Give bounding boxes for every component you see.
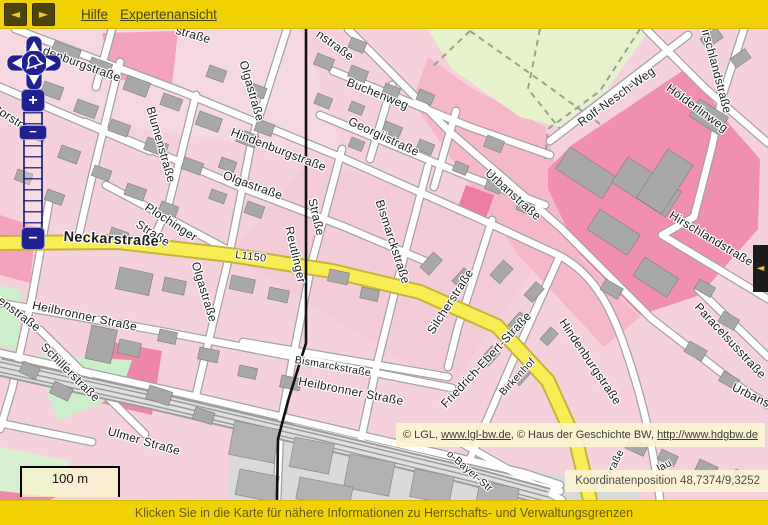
zoom-out-button[interactable]: − bbox=[21, 227, 45, 250]
hdgbw-link[interactable]: http://www.hdgbw.de bbox=[657, 429, 758, 441]
help-link[interactable]: Hilfe bbox=[81, 7, 108, 22]
history-back-button[interactable]: ◄ bbox=[4, 3, 27, 26]
side-panel-toggle[interactable]: ◄ bbox=[753, 245, 768, 292]
expert-view-link[interactable]: Expertenansicht bbox=[120, 7, 217, 22]
lgl-link[interactable]: www.lgl-bw.de bbox=[441, 429, 511, 441]
history-forward-button[interactable]: ► bbox=[32, 3, 55, 26]
coordinate-readout: Koordinatenposition 48,7374/9,3252 bbox=[565, 470, 768, 492]
map-canvas[interactable]: Hindenburgstraße straße Olgastraße Hinde… bbox=[0, 29, 768, 500]
attribution-middle: , © Haus der Geschichte BW, bbox=[511, 429, 657, 441]
zoom-slider-handle[interactable]: − bbox=[19, 125, 47, 140]
zoom-in-button[interactable]: + bbox=[21, 89, 45, 112]
attribution-prefix: © LGL, bbox=[403, 429, 441, 441]
scale-bar: 100 m bbox=[20, 466, 120, 497]
pan-compass[interactable] bbox=[6, 35, 62, 91]
attribution: © LGL, www.lgl-bw.de, © Haus der Geschic… bbox=[396, 423, 765, 447]
top-toolbar: ◄ ► Hilfe Expertenansicht bbox=[0, 0, 768, 29]
status-hint-bar: Klicken Sie in die Karte für nähere Info… bbox=[0, 500, 768, 525]
